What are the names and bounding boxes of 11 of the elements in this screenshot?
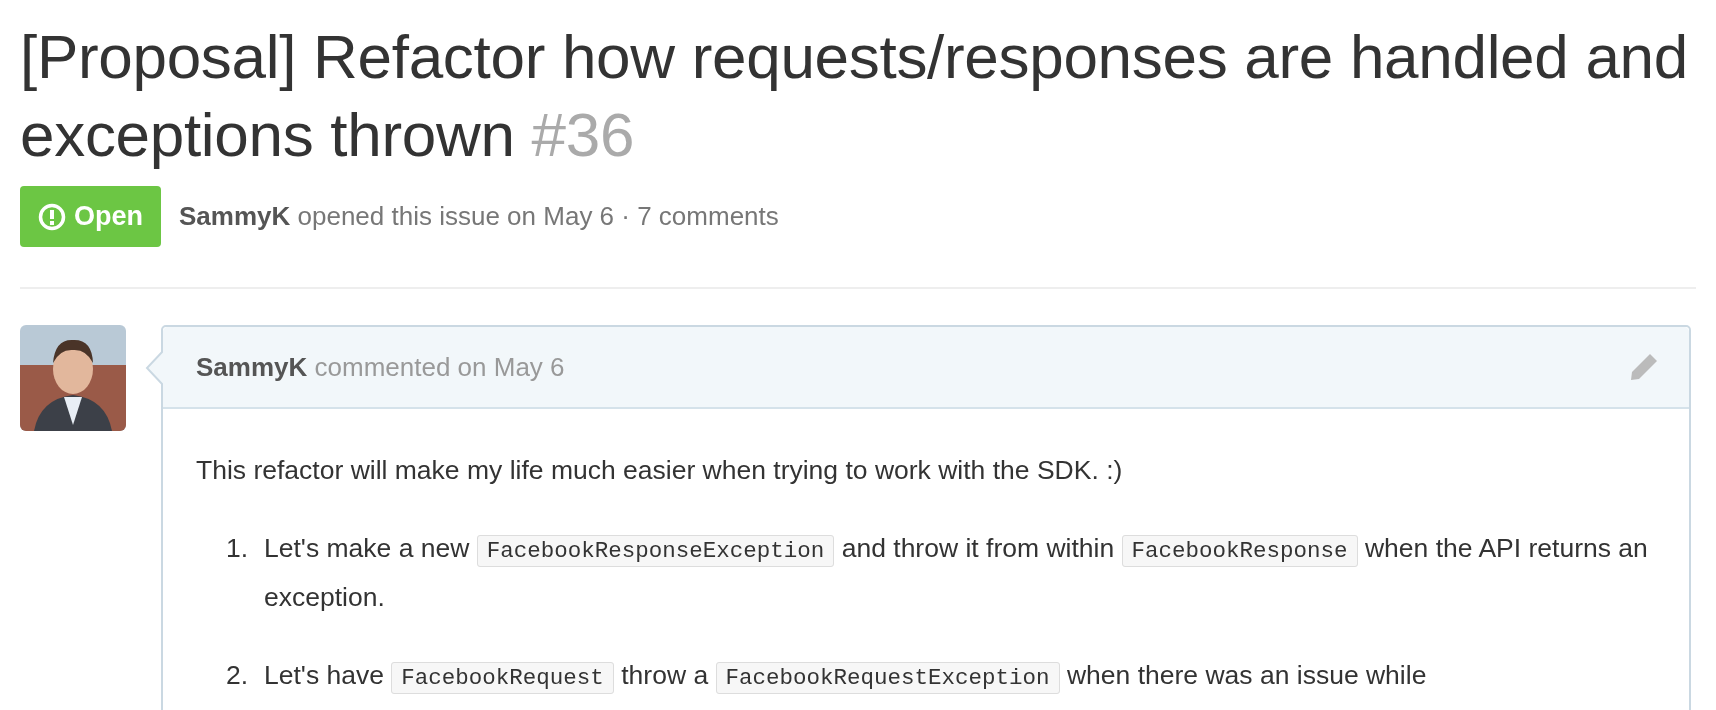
issue-title: [Proposal] Refactor how requests/responses are handled and exceptions thrown #36	[20, 22, 1688, 169]
list-item-text: Let's have FacebookRequest throw a FacebookRequestException when there was an issue while	[264, 652, 1427, 701]
list-item-text: Let's make a new FacebookResponseException and throw it from within FacebookResponse when the API returns an exception.	[264, 532, 1649, 614]
issue-meta: SammyK opened this issue on May 6 · 7 comments	[179, 201, 779, 232]
status-badge: Open	[20, 186, 161, 247]
comment-text: This refactor will make my life much easier when trying to work with the SDK. :)	[196, 454, 1124, 487]
comment-meta: SammyK commented on May 6	[196, 351, 565, 383]
list-number: 2.	[226, 659, 250, 692]
pencil-icon[interactable]	[1629, 352, 1659, 382]
alert-icon	[38, 202, 66, 231]
list-number: 1.	[226, 532, 250, 565]
